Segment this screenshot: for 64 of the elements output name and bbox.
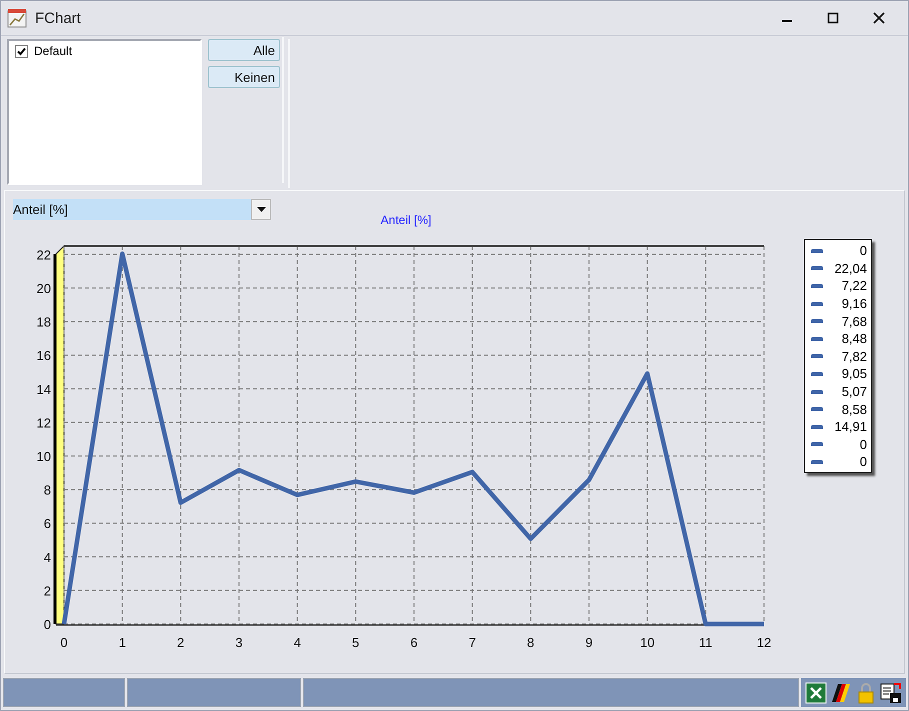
legend-swatch-icon	[811, 442, 823, 446]
window-title: FChart	[35, 10, 82, 26]
y-tick-label: 6	[44, 516, 51, 532]
legend-swatch-icon	[811, 460, 823, 464]
legend-value: 22,04	[834, 260, 867, 276]
close-icon[interactable]	[873, 12, 885, 24]
legend-swatch-icon	[811, 248, 823, 253]
y-tick-label: 22	[36, 247, 51, 262]
legend-value: 8,58	[842, 402, 867, 417]
flag-icon[interactable]	[830, 682, 852, 704]
y-tick-label: 10	[36, 449, 51, 464]
legend-value: 7,68	[842, 314, 867, 329]
legend-value: 14,91	[834, 419, 867, 434]
legend-value: 5,07	[842, 384, 867, 400]
y-tick-label: 2	[44, 583, 51, 598]
legend-value: 0	[860, 454, 867, 470]
series-label: Default	[34, 44, 72, 58]
x-tick-label: 11	[698, 635, 712, 650]
y-tick-label: 8	[44, 482, 51, 498]
chart-title: Anteil [%]	[380, 213, 432, 227]
select-button[interactable]: Alle	[208, 39, 280, 61]
y-tick-label: 14	[36, 382, 51, 397]
legend-swatch-icon	[811, 424, 823, 429]
select-button[interactable]: Keinen	[208, 66, 280, 88]
x-tick-label: 6	[410, 635, 418, 650]
y-tick-label: 4	[44, 550, 51, 565]
legend-value: 8,48	[842, 331, 867, 346]
y-tick-label: 0	[44, 617, 51, 632]
x-tick-label: 10	[640, 635, 655, 650]
x-tick-label: 7	[468, 635, 476, 650]
spreadsheet-icon[interactable]	[805, 682, 827, 704]
checkbox[interactable]	[15, 44, 28, 58]
legend-swatch-icon	[811, 354, 823, 358]
x-tick-label: 3	[235, 635, 243, 650]
legend-value: 7,82	[842, 348, 867, 364]
legend-swatch-icon	[811, 284, 823, 288]
save-icon[interactable]	[880, 682, 902, 704]
legend-swatch-icon	[811, 319, 823, 324]
legend-swatch-icon	[811, 372, 823, 376]
x-tick-label: 12	[756, 635, 772, 650]
series-dropdown[interactable]: Anteil [%]	[13, 199, 271, 220]
legend-value: 9,16	[842, 296, 867, 312]
y-tick-label: 12	[36, 415, 51, 430]
legend-value: 0	[860, 243, 867, 258]
app-icon	[7, 8, 27, 28]
x-tick-label: 1	[118, 635, 126, 650]
legend-value: 7,22	[842, 278, 867, 294]
x-tick-label: 8	[527, 635, 534, 650]
legend-swatch-icon	[811, 266, 823, 270]
legend-swatch-icon	[811, 336, 823, 341]
legend-swatch-icon	[811, 390, 823, 394]
y-tick-label: 16	[36, 348, 51, 364]
legend-swatch-icon	[811, 302, 823, 306]
x-tick-label: 5	[352, 635, 360, 650]
x-tick-label: 2	[177, 635, 184, 650]
legend-swatch-icon	[811, 407, 823, 412]
x-tick-label: 0	[60, 635, 68, 650]
x-tick-label: 4	[294, 635, 301, 650]
y-tick-label: 18	[36, 314, 51, 330]
x-tick-label: 9	[585, 635, 593, 650]
y-tick-label: 20	[36, 281, 51, 296]
legend-value: 9,05	[842, 366, 867, 382]
legend-value: 0	[860, 436, 867, 452]
maximize-icon[interactable]	[827, 12, 839, 24]
